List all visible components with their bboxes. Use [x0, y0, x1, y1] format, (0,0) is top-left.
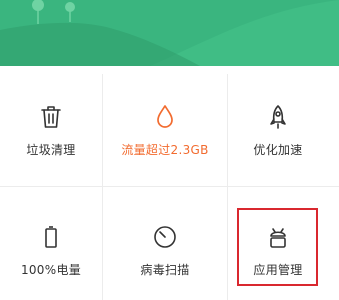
tile-data-usage[interactable]: 流量超过2.3GB [109, 66, 221, 183]
tile-trash-clean[interactable]: 垃圾清理 [0, 66, 107, 183]
tile-label: 应用管理 [253, 263, 303, 277]
trash-icon [41, 106, 61, 128]
tile-virus-scan[interactable]: 病毒扫描 [109, 186, 221, 300]
battery-icon [45, 226, 57, 248]
tile-label: 病毒扫描 [140, 263, 190, 277]
tile-label: 垃圾清理 [26, 143, 76, 157]
header-illustration [0, 0, 339, 66]
tile-battery[interactable]: 100%电量 [0, 186, 107, 300]
tile-label: 流量超过2.3GB [121, 143, 209, 157]
rocket-icon [270, 105, 286, 129]
tile-label: 100%电量 [20, 263, 82, 277]
tile-app-manage[interactable]: 应用管理 [222, 186, 334, 300]
tile-label: 优化加速 [253, 143, 303, 157]
droplet-icon [157, 105, 173, 128]
tile-speed-optimize[interactable]: 优化加速 [222, 66, 334, 183]
scan-icon [154, 226, 176, 248]
header-banner [0, 0, 339, 66]
tools-grid: 垃圾清理 流量超过2.3GB 优化加速 100%电量 病毒扫描 应用管理 [0, 66, 339, 300]
android-icon [270, 228, 286, 248]
security-center-screen: 垃圾清理 流量超过2.3GB 优化加速 100%电量 病毒扫描 应用管理 [0, 0, 339, 300]
